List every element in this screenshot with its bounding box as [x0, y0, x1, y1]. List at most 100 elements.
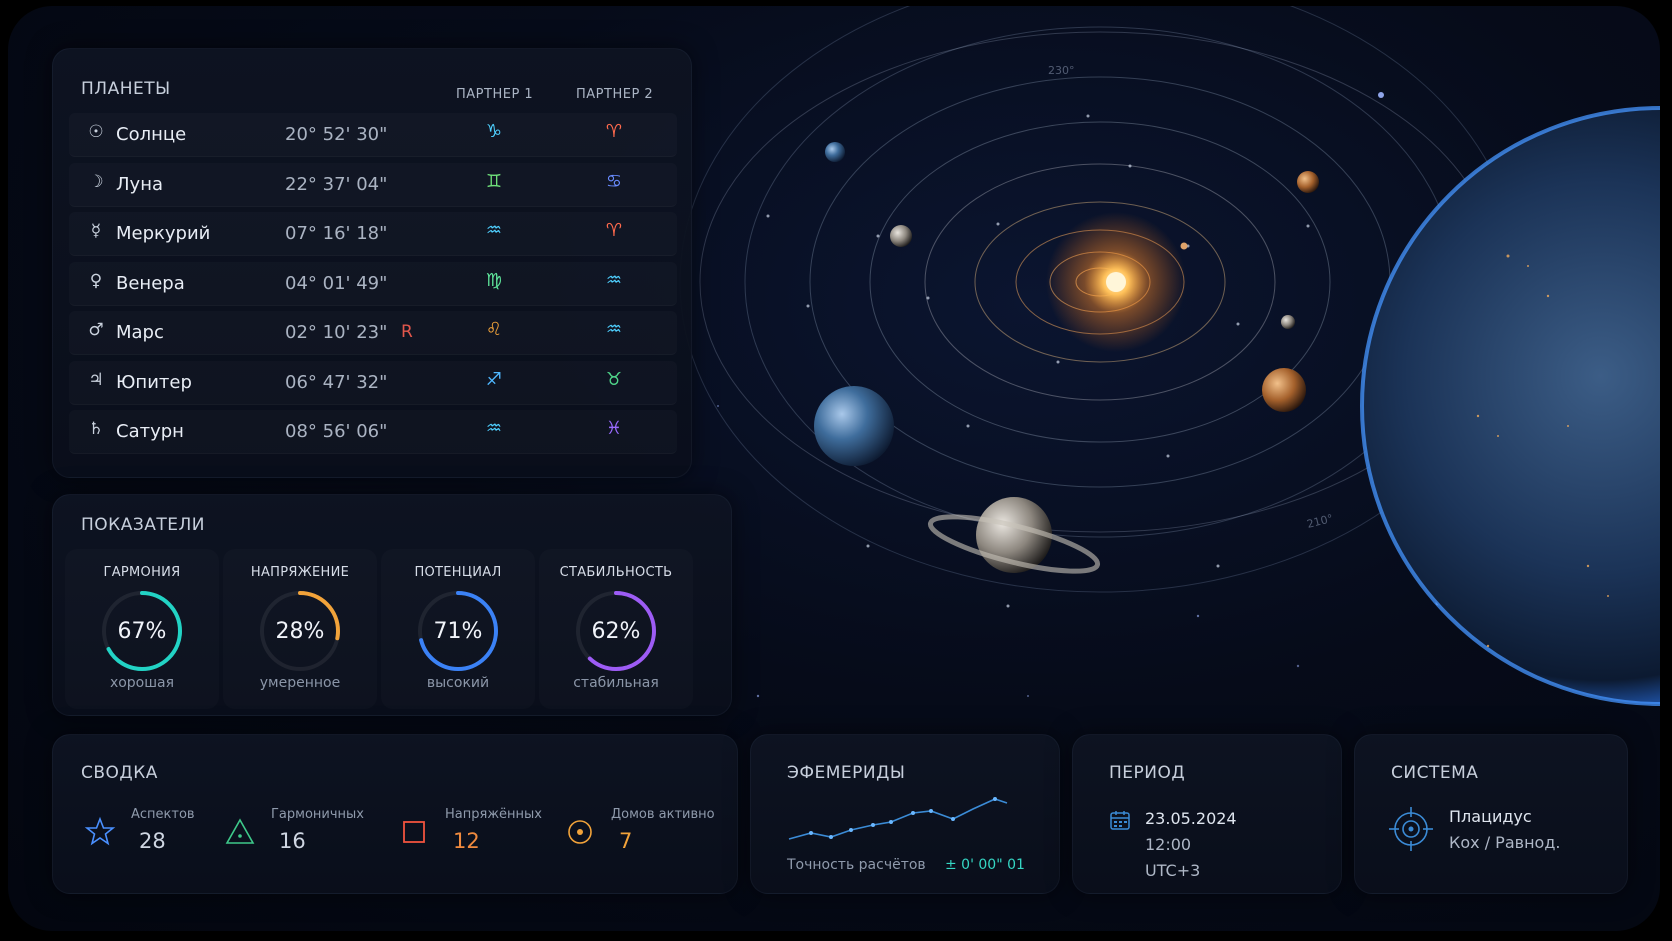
planet-glyph-icon: ☽: [88, 171, 104, 192]
summary-label: Гармоничных: [271, 807, 364, 822]
panel-title: СВОДКА: [81, 763, 158, 783]
planet-position: 08° 56' 06": [285, 421, 388, 442]
summary-label: Аспектов: [131, 807, 195, 822]
indicator-label: НАПРЯЖЕНИЕ: [250, 565, 350, 580]
partner2-sign-icon: ♒: [605, 319, 623, 340]
planet-row[interactable]: ♀ Венера 04° 01' 49" ♍ ♒: [69, 262, 677, 306]
square-icon: [397, 815, 431, 849]
crosshair-icon: [1389, 807, 1433, 851]
target-icon: [563, 815, 597, 849]
period-date: 23.05.2024: [1145, 809, 1237, 828]
summary-item[interactable]: Домов активно 7: [563, 807, 723, 867]
planet-name: Венера: [116, 272, 185, 294]
summary-item[interactable]: Напряжённых 12: [397, 807, 557, 867]
summary-value: 7: [619, 829, 633, 853]
panel-title: ПЛАНЕТЫ: [81, 79, 171, 99]
column-header-partner1: ПАРТНЕР 1: [456, 87, 534, 102]
panel-title: ПЕРИОД: [1109, 763, 1186, 783]
summary-label: Домов активно: [611, 807, 715, 822]
indicator-status: умеренное: [259, 675, 341, 691]
summary-value: 28: [139, 829, 166, 853]
partner2-sign-icon: ♋: [605, 170, 623, 192]
indicator-label: СТАБИЛЬНОСТЬ: [559, 565, 673, 580]
indicator-gauge[interactable]: ПОТЕНЦИАЛ 71% высокий: [381, 549, 535, 709]
ephemeris-sparkline: [788, 797, 1008, 840]
planet-row[interactable]: ♃ Юпитер 06° 47' 32" ♐ ♉: [69, 361, 677, 405]
accuracy-label: Точность расчётов: [787, 857, 926, 873]
system-name: Плацидус: [1449, 807, 1532, 826]
period-panel[interactable]: ПЕРИОД 23.05.2024 12:00 UTC+3: [1072, 734, 1342, 894]
calendar-icon: [1110, 811, 1130, 830]
partner2-sign-icon: ♒: [605, 269, 623, 291]
panel-title: СИСТЕМА: [1391, 763, 1479, 783]
summary-value: 16: [279, 829, 306, 853]
panel-title: ПОКАЗАТЕЛИ: [81, 515, 206, 535]
planet-position: 02° 10' 23": [285, 322, 388, 343]
partner1-sign-icon: ♊: [485, 170, 503, 192]
planet-name: Сатурн: [116, 421, 184, 442]
indicator-status: высокий: [426, 675, 490, 691]
indicator-status: стабильная: [573, 675, 659, 691]
indicator-value: 71%: [433, 619, 483, 644]
accuracy-value: ± 0' 00" 01: [945, 857, 1025, 873]
summary-panel: СВОДКА Аспектов 28 Гармоничных 16 Напряжённы…: [52, 734, 738, 894]
planet-position: 06° 47' 32": [285, 371, 388, 393]
planet-row[interactable]: ♂ Марс 02° 10' 23" R ♌ ♒: [69, 311, 677, 355]
partner2-sign-icon: ♉: [605, 368, 623, 390]
indicator-value: 28%: [275, 619, 325, 644]
planet-name: Луна: [116, 173, 163, 195]
retrograde-badge: R: [401, 322, 413, 342]
partner1-sign-icon: ♑: [485, 121, 503, 142]
indicator-value: 62%: [591, 619, 641, 644]
orbit-label: 210°: [1306, 512, 1335, 531]
partner2-sign-icon: ♈: [605, 121, 623, 142]
partner1-sign-icon: ♒: [485, 418, 503, 439]
planet-position: 22° 37' 04": [285, 173, 388, 195]
planet-glyph-icon: ♃: [88, 369, 104, 390]
planet-glyph-icon: ♂: [88, 320, 104, 340]
partner1-sign-icon: ♒: [485, 220, 503, 241]
panel-title: ЭФЕМЕРИДЫ: [787, 763, 906, 783]
planet-row[interactable]: ♄ Сатурн 08° 56' 06" ♒ ♓: [69, 410, 677, 454]
indicator-label: ГАРМОНИЯ: [103, 565, 181, 580]
period-time: 12:00: [1145, 835, 1192, 854]
dashboard-frame: 230° 210° ПЛАНЕТЫ ПАРТНЕР 1 ПАРТНЕР 2 ☉ С…: [8, 6, 1660, 931]
summary-value: 12: [453, 829, 480, 853]
partner1-sign-icon: ♍: [485, 269, 503, 291]
partner2-sign-icon: ♓: [605, 418, 623, 439]
planet-row[interactable]: ☉ Солнце 20° 52' 30" ♑ ♈: [69, 113, 677, 157]
indicators-panel: ПОКАЗАТЕЛИ ГАРМОНИЯ 67% хорошая НАПРЯЖЕНИЕ 2…: [52, 494, 732, 716]
planet-glyph-icon: ☉: [88, 122, 104, 142]
planet-name: Марс: [116, 322, 164, 343]
planet-position: 07° 16' 18": [285, 223, 388, 244]
planet-glyph-icon: ♄: [88, 419, 104, 439]
summary-label: Напряжённых: [445, 807, 542, 822]
planet-position: 04° 01' 49": [285, 272, 388, 294]
star-icon: [83, 815, 117, 849]
indicator-gauge[interactable]: СТАБИЛЬНОСТЬ 62% стабильная: [539, 549, 693, 709]
planet-name: Юпитер: [116, 371, 192, 393]
planet-glyph-icon: ☿: [90, 221, 102, 241]
summary-item[interactable]: Аспектов 28: [83, 807, 243, 867]
indicator-gauge[interactable]: НАПРЯЖЕНИЕ 28% умеренное: [223, 549, 377, 709]
planet-row[interactable]: ☽ Луна 22° 37' 04" ♊ ♋: [69, 163, 677, 207]
orbit-label: 230°: [1048, 64, 1075, 77]
system-sub: Кох / Равнод.: [1449, 833, 1561, 852]
column-header-partner2: ПАРТНЕР 2: [576, 87, 654, 102]
planet-row[interactable]: ☿ Меркурий 07° 16' 18" ♒ ♈: [69, 212, 677, 256]
partner1-sign-icon: ♌: [485, 319, 503, 340]
partner1-sign-icon: ♐: [485, 368, 503, 390]
triangle-icon: [223, 815, 257, 849]
partner2-sign-icon: ♈: [605, 220, 623, 241]
period-timezone: UTC+3: [1145, 861, 1201, 880]
planet-glyph-icon: ♀: [89, 270, 103, 291]
indicator-value: 67%: [117, 619, 167, 644]
planet-position: 20° 52' 30": [285, 124, 388, 145]
planet-name: Солнце: [116, 124, 187, 145]
indicator-gauge[interactable]: ГАРМОНИЯ 67% хорошая: [65, 549, 219, 709]
planets-panel: ПЛАНЕТЫ ПАРТНЕР 1 ПАРТНЕР 2 ☉ Солнце 20° 5…: [52, 48, 692, 478]
indicator-label: ПОТЕНЦИАЛ: [414, 565, 502, 580]
house-system-panel[interactable]: СИСТЕМА Плацидус Кох / Равнод.: [1354, 734, 1628, 894]
planet-name: Меркурий: [116, 223, 211, 244]
summary-item[interactable]: Гармоничных 16: [223, 807, 383, 867]
